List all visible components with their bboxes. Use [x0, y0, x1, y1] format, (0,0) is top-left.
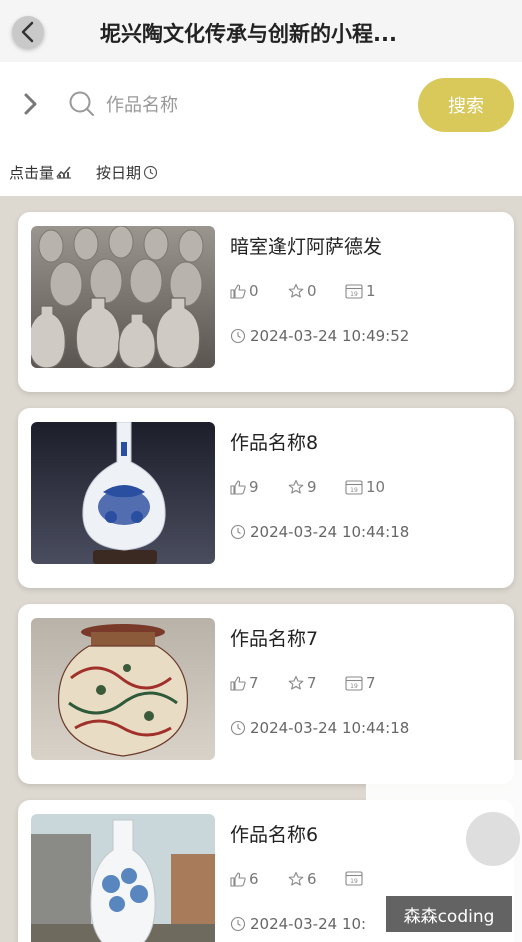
search-icon — [69, 91, 94, 116]
chevron-left-icon — [21, 21, 34, 43]
like-count[interactable]: 0 — [230, 282, 259, 300]
work-date-value: 2024-03-24 10:44:18 — [250, 523, 410, 541]
view-count-value: 10 — [366, 478, 386, 496]
view-count: 19 — [345, 870, 366, 886]
calendar-icon: 19 — [345, 284, 363, 299]
favorite-count-value: 6 — [307, 870, 317, 888]
header-bar: 坭兴陶文化传承与创新的小程... — [0, 0, 522, 62]
work-title: 暗室逢灯阿萨德发 — [230, 236, 383, 258]
work-title: 作品名称6 — [230, 824, 319, 846]
clock-icon — [230, 916, 246, 932]
work-image-painted-dragon-jar — [31, 618, 215, 760]
work-date: 2024-03-24 10:49:52 — [230, 327, 409, 345]
star-icon — [288, 283, 304, 298]
clock-icon — [143, 165, 158, 179]
like-count-value: 0 — [249, 282, 259, 300]
view-count: 19 7 — [345, 674, 376, 692]
work-title: 作品名称8 — [230, 432, 319, 454]
work-card[interactable]: 暗室逢灯阿萨德发 0 0 19 1 2024-03-24 10:49:52 — [18, 212, 514, 392]
back-button[interactable] — [12, 16, 44, 48]
work-image-white-vase-with-blue-flowers — [31, 814, 215, 942]
work-date: 2024-03-24 10:44:18 — [230, 719, 409, 737]
work-date-value: 2024-03-24 10: — [250, 915, 367, 933]
trend-chart-icon — [56, 166, 72, 179]
view-count: 19 10 — [345, 478, 385, 496]
watermark: 森森coding — [386, 896, 512, 932]
page-title: 坭兴陶文化传承与创新的小程... — [100, 22, 397, 46]
work-date: 2024-03-24 10:44:18 — [230, 523, 409, 541]
calendar-icon: 19 — [345, 676, 363, 691]
sort-by-date-label: 按日期 — [96, 163, 142, 182]
svg-text:19: 19 — [350, 291, 358, 298]
sort-bar: 点击量 按日期 — [0, 148, 522, 196]
like-count[interactable]: 7 — [230, 674, 259, 692]
view-count-value: 7 — [366, 674, 376, 692]
clock-icon — [230, 524, 246, 540]
thumbs-up-icon — [230, 872, 246, 887]
calendar-icon: 19 — [345, 480, 363, 495]
search-input[interactable] — [106, 88, 396, 122]
svg-text:19: 19 — [350, 683, 358, 690]
calendar-icon: 19 — [345, 871, 363, 886]
search-bar: 搜索 — [0, 62, 522, 148]
favorite-count[interactable]: 7 — [288, 674, 317, 692]
favorite-count[interactable]: 9 — [288, 478, 317, 496]
thumbs-up-icon — [230, 480, 246, 495]
sort-by-date[interactable]: 按日期 — [96, 162, 158, 183]
like-count[interactable]: 6 — [230, 870, 259, 888]
svg-text:19: 19 — [350, 878, 358, 885]
clock-icon — [230, 328, 246, 344]
work-card[interactable]: 作品名称8 9 9 19 10 2024-03-24 10:44:18 — [18, 408, 514, 588]
sort-by-clicks-label: 点击量 — [9, 163, 55, 182]
view-count: 19 1 — [345, 282, 376, 300]
work-date-value: 2024-03-24 10:44:18 — [250, 719, 410, 737]
favorite-count[interactable]: 6 — [288, 870, 317, 888]
favorite-count[interactable]: 0 — [288, 282, 317, 300]
favorite-count-value: 9 — [307, 478, 317, 496]
like-count-value: 7 — [249, 674, 259, 692]
star-icon — [288, 871, 304, 886]
work-title: 作品名称7 — [230, 628, 319, 650]
svg-text:19: 19 — [350, 487, 358, 494]
thumbs-up-icon — [230, 284, 246, 299]
work-image-grey-clay-vases — [31, 226, 215, 368]
sort-by-clicks[interactable]: 点击量 — [9, 162, 72, 183]
view-count-value: 1 — [366, 282, 376, 300]
like-count[interactable]: 9 — [230, 478, 259, 496]
like-count-value: 9 — [249, 478, 259, 496]
favorite-count-value: 7 — [307, 674, 317, 692]
star-icon — [288, 675, 304, 690]
clock-icon — [230, 720, 246, 736]
work-date: 2024-03-24 10: — [230, 915, 366, 933]
star-icon — [288, 479, 304, 494]
work-date-value: 2024-03-24 10:49:52 — [250, 327, 410, 345]
thumbs-up-icon — [230, 676, 246, 691]
floating-action-button[interactable] — [466, 812, 520, 866]
chevron-right-icon[interactable] — [20, 90, 42, 118]
work-image-blue-white-porcelain-vase — [31, 422, 215, 564]
favorite-count-value: 0 — [307, 282, 317, 300]
search-button[interactable]: 搜索 — [418, 78, 514, 132]
work-card[interactable]: 作品名称7 7 7 19 7 2024-03-24 10:44:18 — [18, 604, 514, 784]
like-count-value: 6 — [249, 870, 259, 888]
